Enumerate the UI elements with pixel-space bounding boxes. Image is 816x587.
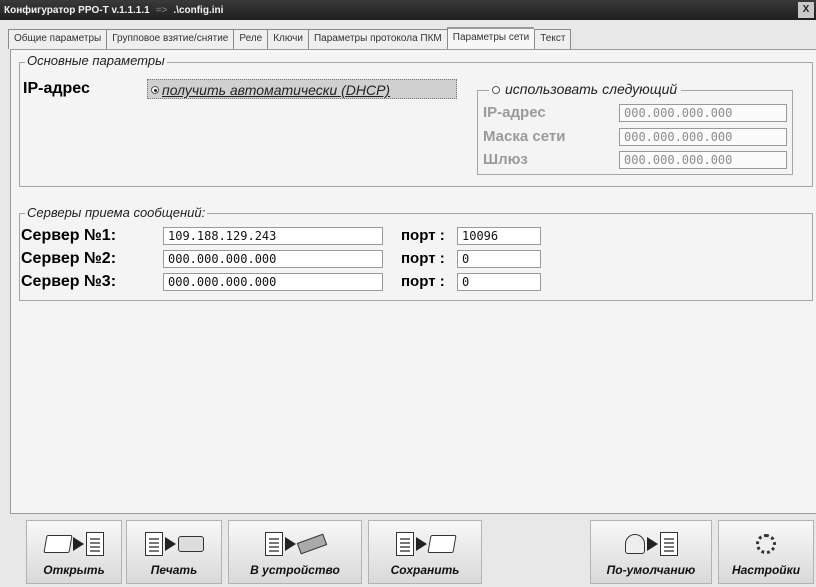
- settings-button[interactable]: Настройки: [718, 520, 814, 584]
- settings-button-label: Настройки: [731, 563, 801, 577]
- tab-keys[interactable]: Ключи: [267, 29, 308, 49]
- defaults-button[interactable]: По-умолчанию: [590, 520, 712, 584]
- ip-address-label: IP-адрес: [23, 80, 90, 97]
- server-3-port-label: порт :: [401, 273, 445, 290]
- arrow-right-icon: [646, 537, 658, 551]
- document-icon: [659, 532, 678, 556]
- server-3-port[interactable]: 0: [457, 273, 541, 291]
- open-button-label: Открыть: [43, 563, 105, 577]
- document-icon: [85, 532, 104, 556]
- tab-text[interactable]: Текст: [534, 29, 572, 49]
- tab-network[interactable]: Параметры сети: [446, 27, 535, 49]
- basic-params-legend: Основные параметры: [25, 53, 167, 68]
- save-button-label: Сохранить: [390, 563, 460, 577]
- server-2-port-label: порт :: [401, 250, 445, 267]
- arrow-right-icon: [164, 537, 176, 551]
- network-settings-panel: Основные параметры IP-адрес получить авт…: [10, 49, 816, 514]
- dhcp-radio[interactable]: получить автоматически (DHCP): [147, 79, 457, 99]
- document-icon: [144, 532, 163, 556]
- print-button[interactable]: Печать: [126, 520, 222, 584]
- title-arrow: =>: [155, 4, 168, 16]
- reset-icon: [624, 534, 645, 554]
- document-icon: [264, 532, 283, 556]
- chip-icon: [296, 533, 327, 555]
- arrow-right-icon: [284, 537, 296, 551]
- document-icon: [395, 532, 414, 556]
- server-1-port-label: порт :: [401, 227, 445, 244]
- manual-ip-radio-label: использовать следующий: [505, 81, 678, 97]
- server-1-label: Сервер №1:: [21, 227, 117, 244]
- manual-ip-radio[interactable]: использовать следующий: [489, 81, 682, 97]
- print-button-label: Печать: [150, 563, 198, 577]
- gear-icon: [756, 534, 776, 554]
- window-title: Конфигуратор PPO-T v.1.1.1.1: [4, 4, 150, 16]
- tab-strip: Общие параметры Групповое взятие/снятие …: [8, 27, 572, 49]
- open-button[interactable]: Открыть: [26, 520, 122, 584]
- server-3-label: Сервер №3:: [21, 273, 117, 290]
- defaults-button-label: По-умолчанию: [606, 563, 696, 577]
- manual-ip-label: IP-адрес: [483, 104, 546, 121]
- tab-relay[interactable]: Реле: [233, 29, 268, 49]
- to-device-button[interactable]: В устройство: [228, 520, 362, 584]
- close-button[interactable]: X: [798, 2, 814, 18]
- server-1-address[interactable]: 109.188.129.243: [163, 227, 383, 245]
- tab-general[interactable]: Общие параметры: [8, 29, 107, 49]
- server-1-port[interactable]: 10096: [457, 227, 541, 245]
- server-3-address[interactable]: 000.000.000.000: [163, 273, 383, 291]
- dhcp-radio-label: получить автоматически (DHCP): [162, 82, 391, 98]
- arrow-right-icon: [72, 537, 84, 551]
- radio-unselected-icon: [492, 86, 500, 94]
- server-2-port[interactable]: 0: [457, 250, 541, 268]
- subnet-mask-field[interactable]: 000.000.000.000: [619, 128, 787, 146]
- folder-icon: [426, 535, 457, 553]
- gateway-label: Шлюз: [483, 151, 528, 168]
- gateway-field[interactable]: 000.000.000.000: [619, 151, 787, 169]
- save-button[interactable]: Сохранить: [368, 520, 482, 584]
- manual-ip-field[interactable]: 000.000.000.000: [619, 104, 787, 122]
- server-2-label: Сервер №2:: [21, 250, 117, 267]
- arrow-right-icon: [415, 537, 427, 551]
- printer-icon: [177, 536, 204, 552]
- tab-group-arming[interactable]: Групповое взятие/снятие: [106, 29, 234, 49]
- servers-legend: Серверы приема сообщений:: [25, 205, 208, 220]
- bottom-toolbar: Открыть Печать В устройство Сохранить По…: [0, 516, 816, 587]
- tab-pkm-protocol[interactable]: Параметры протокола ПКМ: [307, 29, 447, 49]
- title-bar: Конфигуратор PPO-T v.1.1.1.1 => .\config…: [0, 0, 816, 20]
- config-path: .\config.ini: [173, 4, 224, 16]
- to-device-button-label: В устройство: [250, 563, 340, 577]
- radio-selected-icon: [151, 86, 159, 94]
- server-2-address[interactable]: 000.000.000.000: [163, 250, 383, 268]
- subnet-mask-label: Маска сети: [483, 128, 566, 145]
- folder-icon: [42, 535, 73, 553]
